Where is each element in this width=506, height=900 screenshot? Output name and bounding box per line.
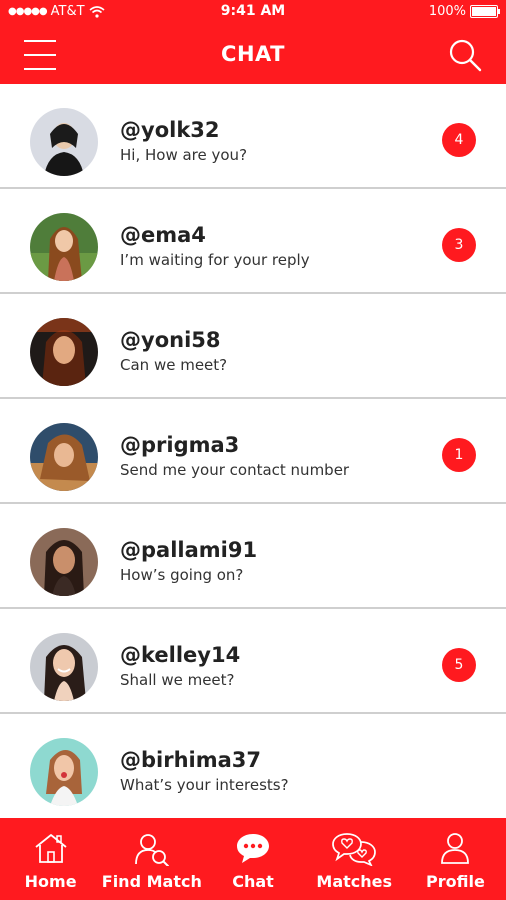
chat-last-message: I’m waiting for your reply bbox=[120, 251, 310, 269]
find-match-icon bbox=[134, 834, 169, 866]
top-bar: ●●●●● AT&T 9:41 AM 100% CHAT bbox=[0, 0, 506, 84]
avatar bbox=[30, 318, 98, 386]
avatar bbox=[30, 738, 98, 806]
home-icon bbox=[35, 834, 67, 863]
nav-matches-label: Matches bbox=[316, 872, 393, 891]
chat-last-message: Hi, How are you? bbox=[120, 146, 248, 164]
avatar bbox=[30, 108, 98, 176]
battery-status: 100% bbox=[428, 4, 500, 19]
unread-badge: 5 bbox=[442, 648, 476, 682]
unread-badge: 3 bbox=[442, 228, 476, 262]
battery-percent: 100% bbox=[428, 4, 466, 19]
chat-username: @pallami91 bbox=[120, 538, 258, 562]
chat-row-ema4[interactable]: @ema4 I’m waiting for your reply 3 bbox=[0, 189, 506, 294]
chat-last-message: How’s going on? bbox=[120, 566, 244, 584]
chat-row-yolk32[interactable]: @yolk32 Hi, How are you? 4 bbox=[0, 84, 506, 189]
nav-chat-label: Chat bbox=[232, 872, 274, 891]
matches-icon bbox=[332, 833, 377, 866]
nav-find-match[interactable]: Find Match bbox=[101, 818, 202, 900]
chat-row-prigma3[interactable]: @prigma3 Send me your contact number 1 bbox=[0, 399, 506, 504]
nav-profile[interactable]: Profile bbox=[405, 818, 506, 900]
chat-last-message: Can we meet? bbox=[120, 356, 228, 374]
nav-home[interactable]: Home bbox=[0, 818, 101, 900]
chat-list: @yolk32 Hi, How are you? 4 @ema4 I’m wai… bbox=[0, 84, 506, 818]
search-icon[interactable] bbox=[448, 38, 482, 72]
chat-last-message: Shall we meet? bbox=[120, 671, 235, 689]
chat-username: @ema4 bbox=[120, 223, 206, 247]
avatar bbox=[30, 633, 98, 701]
nav-profile-label: Profile bbox=[426, 872, 485, 891]
unread-badge: 1 bbox=[442, 438, 476, 472]
status-bar: ●●●●● AT&T 9:41 AM 100% bbox=[0, 0, 506, 24]
avatar bbox=[30, 213, 98, 281]
chat-row-yoni58[interactable]: @yoni58 Can we meet? bbox=[0, 294, 506, 399]
chat-icon bbox=[237, 834, 269, 863]
chat-row-birhima37[interactable]: @birhima37 What’s your interests? bbox=[0, 714, 506, 817]
chat-username: @yolk32 bbox=[120, 118, 220, 142]
avatar bbox=[30, 423, 98, 491]
nav-matches[interactable]: Matches bbox=[304, 818, 405, 900]
nav-home-label: Home bbox=[24, 872, 77, 891]
nav-chat[interactable]: Chat bbox=[202, 818, 303, 900]
chat-row-pallami91[interactable]: @pallami91 How’s going on? bbox=[0, 504, 506, 609]
header: CHAT bbox=[0, 24, 506, 84]
profile-icon bbox=[441, 833, 470, 864]
chat-row-kelley14[interactable]: @kelley14 Shall we meet? 5 bbox=[0, 609, 506, 714]
chat-username: @yoni58 bbox=[120, 328, 221, 352]
page-title: CHAT bbox=[221, 42, 285, 66]
avatar bbox=[30, 528, 98, 596]
bottom-nav: Home Find Match Chat Matches Profile bbox=[0, 818, 506, 900]
unread-badge: 4 bbox=[442, 123, 476, 157]
chat-username: @kelley14 bbox=[120, 643, 241, 667]
chat-last-message: Send me your contact number bbox=[120, 461, 350, 479]
chat-username: @birhima37 bbox=[120, 748, 262, 772]
chat-username: @prigma3 bbox=[120, 433, 240, 457]
battery-icon bbox=[470, 5, 500, 18]
nav-find-match-label: Find Match bbox=[101, 872, 202, 891]
chat-last-message: What’s your interests? bbox=[120, 776, 289, 794]
